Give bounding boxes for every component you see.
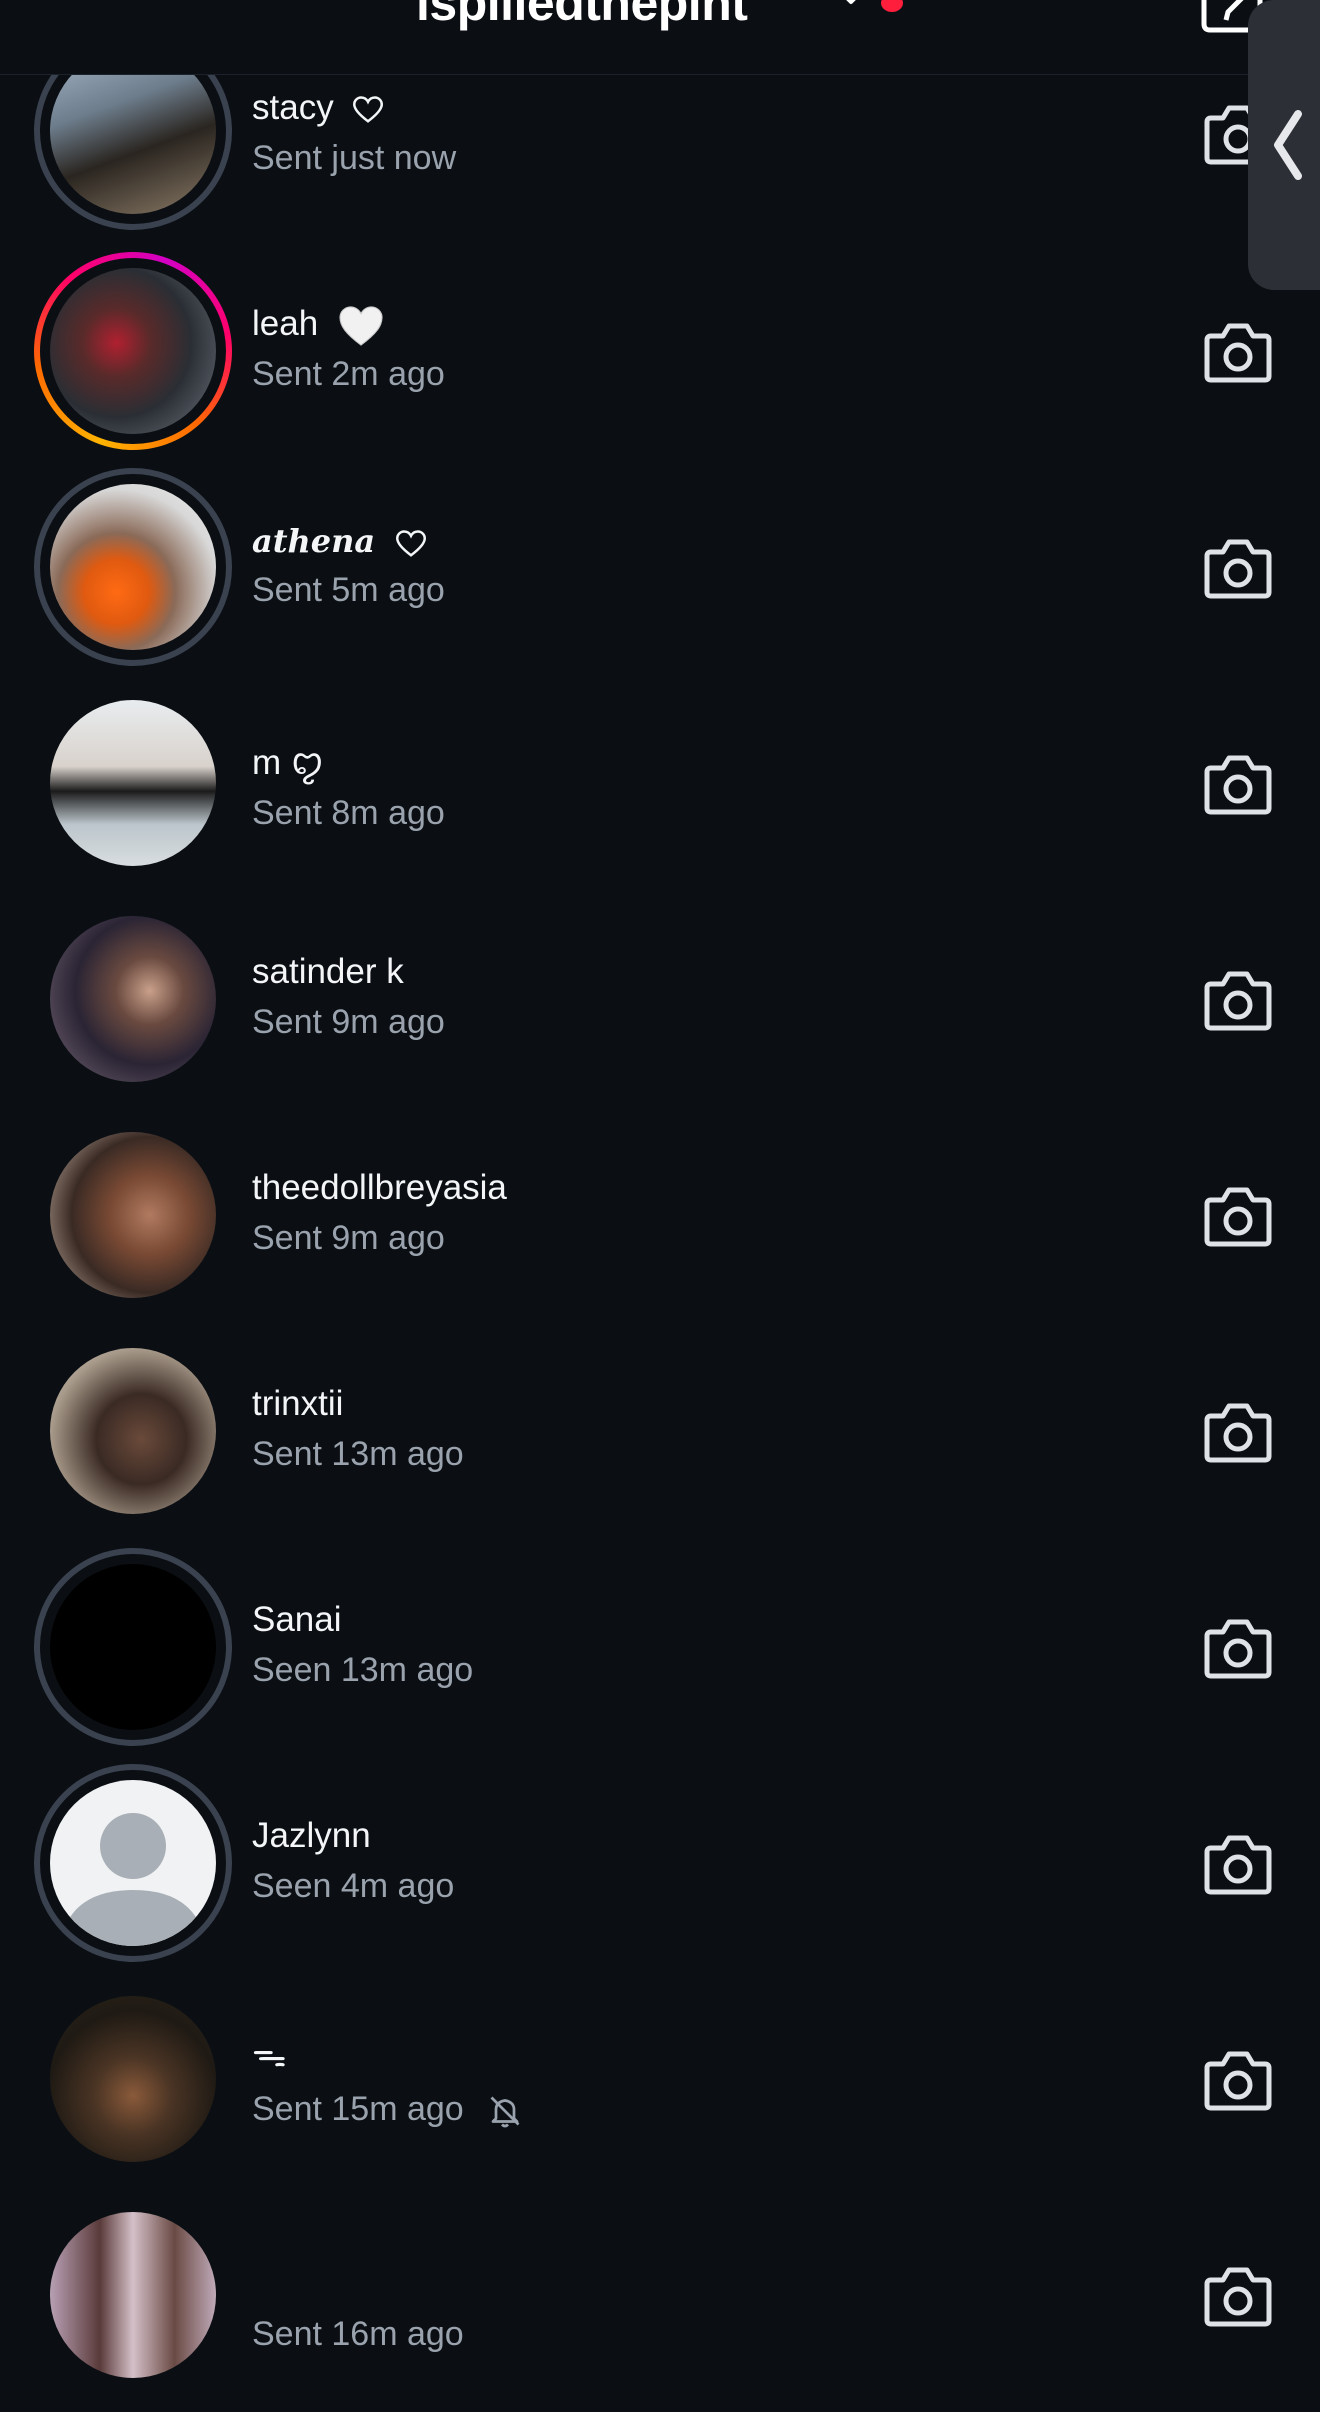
list-item[interactable]: leah Sent 2m ago (0, 252, 1320, 468)
username: stacy (252, 88, 334, 127)
camera-icon[interactable] (1203, 536, 1273, 600)
side-panel-handle[interactable] (1248, 0, 1320, 290)
avatar[interactable] (50, 268, 216, 434)
message-status: Sent 13m ago (252, 1435, 464, 1473)
camera-icon[interactable] (1203, 320, 1273, 384)
chevron-left-icon (1274, 110, 1302, 180)
list-item[interactable]: athena Sent 5m ago (0, 468, 1320, 684)
avatar[interactable] (50, 916, 216, 1082)
username: m ꨄ (252, 743, 324, 782)
list-item[interactable]: m ꨄ Sent 8m ago (0, 684, 1320, 900)
list-item[interactable]: Sent 16m ago (0, 2196, 1320, 2412)
list-item[interactable]: theedollbreyasia Sent 9m ago (0, 1116, 1320, 1332)
list-item[interactable]: satinder k Sent 9m ago (0, 900, 1320, 1116)
avatar[interactable] (50, 1132, 216, 1298)
username: ᯓ (252, 2035, 287, 2074)
avatar[interactable] (50, 484, 216, 650)
message-status: Seen 4m ago (252, 1867, 455, 1905)
message-status: Sent 5m ago (252, 571, 445, 609)
avatar[interactable] (50, 1996, 216, 2162)
list-item[interactable]: trinxtii Sent 13m ago (0, 1332, 1320, 1548)
camera-icon[interactable] (1203, 1400, 1273, 1464)
camera-icon[interactable] (1203, 1832, 1273, 1896)
username: athena (252, 522, 376, 560)
username: trinxtii (252, 1384, 344, 1423)
message-status: Sent 9m ago (252, 1219, 445, 1257)
chevron-down-icon[interactable] (836, 0, 866, 12)
camera-icon[interactable] (1203, 1616, 1273, 1680)
username: Sanai (252, 1600, 342, 1639)
account-title[interactable]: ispilledthepint (416, 0, 748, 32)
header: ispilledthepint (0, 0, 1320, 75)
message-status: Seen 13m ago (252, 1651, 474, 1689)
message-status: Sent 16m ago (252, 2315, 464, 2353)
avatar[interactable] (50, 700, 216, 866)
username: satinder k (252, 952, 404, 991)
list-item[interactable]: Jazlynn Seen 4m ago (0, 1764, 1320, 1980)
list-item[interactable]: ᯓ Sent 15m ago (0, 1980, 1320, 2196)
avatar[interactable] (50, 1780, 216, 1946)
message-status: Sent 2m ago (252, 355, 445, 393)
white-heart-icon (339, 306, 383, 346)
camera-icon[interactable] (1203, 2264, 1273, 2328)
heart-icon (353, 95, 384, 123)
username: Jazlynn (252, 1816, 371, 1855)
notification-dot (881, 0, 903, 12)
username: leah (252, 304, 319, 343)
camera-icon[interactable] (1203, 2048, 1273, 2112)
username: theedollbreyasia (252, 1168, 507, 1207)
conversation-list: stacy Sent just now leah Sent 2m ago ath… (0, 0, 1320, 2378)
avatar[interactable] (50, 1564, 216, 1730)
camera-icon[interactable] (1203, 968, 1273, 1032)
muted-bell-icon (490, 2096, 520, 2128)
list-item[interactable]: Sanai Seen 13m ago (0, 1548, 1320, 1764)
camera-icon[interactable] (1203, 752, 1273, 816)
avatar[interactable] (50, 2212, 216, 2378)
message-status: Sent 15m ago (252, 2090, 464, 2128)
message-status: Sent just now (252, 139, 457, 177)
heart-icon (396, 529, 427, 557)
camera-icon[interactable] (1203, 1184, 1273, 1248)
default-user-icon (60, 1813, 206, 1946)
message-status: Sent 9m ago (252, 1003, 445, 1041)
avatar[interactable] (50, 1348, 216, 1514)
message-status: Sent 8m ago (252, 794, 445, 832)
